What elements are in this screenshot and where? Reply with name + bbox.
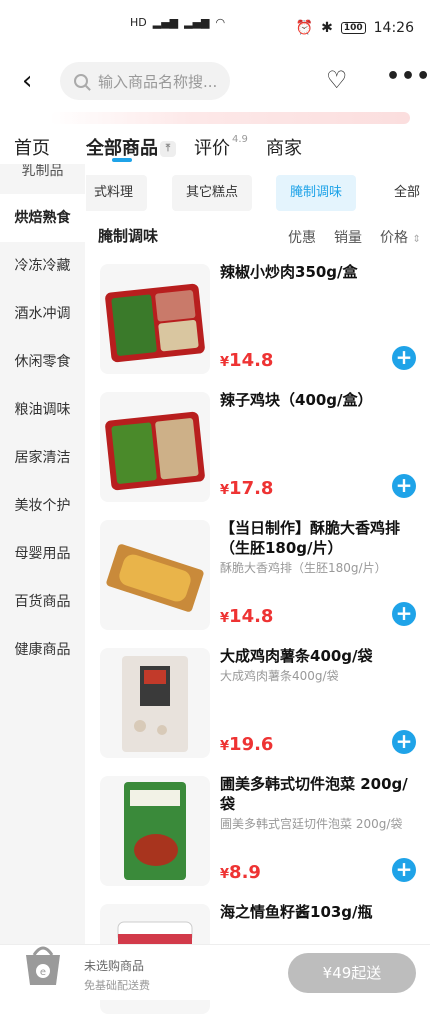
product-image <box>100 776 210 886</box>
svg-text:e: e <box>40 967 46 978</box>
delivery-note: 免基础配送费 <box>84 979 150 992</box>
sidebar-item-drinks[interactable]: 酒水冲调 <box>0 290 85 338</box>
list-header: 腌制调味 优惠 销量 价格 ⇕ <box>98 225 430 249</box>
sort-arrows-icon: ⇕ <box>412 234 421 245</box>
sidebar-item-baby[interactable]: 母婴用品 <box>0 530 85 578</box>
alarm-icon: ⏰ <box>295 20 314 36</box>
sidebar-item-cleaning[interactable]: 居家清洁 <box>0 434 85 482</box>
chip-japanese[interactable]: 式料理 <box>86 175 148 211</box>
status-bar: HD ▂▄▆ ▂▄▆ ◠ ⏰ ✱ 100 14:26 <box>0 0 430 56</box>
cart-status: 未选购商品 <box>84 959 145 973</box>
sort-sales[interactable]: 销量 <box>334 227 362 247</box>
product-image <box>100 392 210 502</box>
sidebar-item-grain-oil[interactable]: 粮油调味 <box>0 386 85 434</box>
product-item[interactable]: 辣子鸡块（400g/盒） ¥17.8 + <box>96 386 430 514</box>
search-placeholder: 输入商品名称搜... <box>98 72 218 91</box>
search-input[interactable]: 输入商品名称搜... <box>60 62 230 100</box>
hd-icon: HD <box>130 16 147 29</box>
bluetooth-icon: ✱ <box>321 20 333 36</box>
sidebar-item-bakery[interactable]: 烘焙熟食 <box>0 194 85 242</box>
sort-discount[interactable]: 优惠 <box>288 227 316 247</box>
product-name: 大成鸡肉薯条400g/袋 <box>220 647 373 665</box>
favorite-icon[interactable]: ♡ <box>326 66 348 94</box>
product-name: 圃美多韩式切件泡菜 200g/袋 <box>220 775 408 813</box>
category-sidebar: 乳制品 烘焙熟食 冷冻冷藏 酒水冲调 休闲零食 粮油调味 居家清洁 美妆个护 母… <box>0 164 85 944</box>
product-price: ¥14.8 <box>220 606 274 627</box>
add-to-cart-button[interactable]: + <box>392 858 416 882</box>
active-tab-indicator <box>112 158 132 162</box>
product-name: 辣椒小炒肉350g/盒 <box>220 263 358 281</box>
add-to-cart-button[interactable]: + <box>392 602 416 626</box>
more-icon[interactable]: ••• <box>386 64 430 89</box>
product-image <box>100 520 210 630</box>
cart-bar: e 未选购商品 免基础配送费 ¥49起送 <box>0 944 430 1000</box>
product-desc: 酥脆大香鸡排（生胚180g/片） <box>220 561 387 575</box>
main-tabs: 首页 全部商品 ⤒ 评价 4.9 商家 <box>0 134 430 168</box>
add-to-cart-button[interactable]: + <box>392 474 416 498</box>
sidebar-item-general[interactable]: 百货商品 <box>0 578 85 626</box>
list-title: 腌制调味 <box>98 227 159 245</box>
product-price: ¥19.6 <box>220 734 274 755</box>
sidebar-item-frozen[interactable]: 冷冻冷藏 <box>0 242 85 290</box>
product-item[interactable]: 圃美多韩式切件泡菜 200g/袋 圃美多韩式宫廷切件泡菜 200g/袋 ¥8.9… <box>96 770 430 898</box>
banner-strip <box>50 112 410 124</box>
sidebar-item-health[interactable]: 健康商品 <box>0 626 85 674</box>
product-desc: 大成鸡肉薯条400g/袋 <box>220 669 339 683</box>
add-to-cart-button[interactable]: + <box>392 730 416 754</box>
sort-price[interactable]: 价格 ⇕ <box>380 227 421 247</box>
tab-home[interactable]: 首页 <box>14 134 50 160</box>
tab-merchant[interactable]: 商家 <box>266 134 302 160</box>
signal-indicators: HD ▂▄▆ ▂▄▆ ◠ <box>130 16 225 29</box>
subcategory-tabs: 式料理 其它糕点 腌制调味 全部 <box>86 175 430 213</box>
product-item[interactable]: 辣椒小炒肉350g/盒 ¥14.8 + <box>96 258 430 386</box>
search-icon <box>74 74 88 88</box>
tab-reviews[interactable]: 评价 4.9 <box>194 134 248 160</box>
battery-icon: 100 <box>340 22 366 34</box>
clock: 14:26 <box>373 20 414 36</box>
back-icon[interactable]: ‹ <box>22 66 32 96</box>
add-to-cart-button[interactable]: + <box>392 346 416 370</box>
product-item[interactable]: 大成鸡肉薯条400g/袋 大成鸡肉薯条400g/袋 ¥19.6 + <box>96 642 430 770</box>
product-image <box>100 648 210 758</box>
sidebar-item-beauty[interactable]: 美妆个护 <box>0 482 85 530</box>
tab-all-products[interactable]: 全部商品 ⤒ <box>86 134 176 160</box>
product-price: ¥8.9 <box>220 862 261 883</box>
wifi-icon: ◠ <box>215 16 226 29</box>
product-name: 【当日制作】酥脆大香鸡排（生胚180g/片） <box>220 519 401 557</box>
chip-other-pastry[interactable]: 其它糕点 <box>172 175 253 211</box>
product-list: 辣椒小炒肉350g/盒 ¥14.8 + 辣子鸡块（400g/盒） ¥17.8 +… <box>96 258 430 1026</box>
product-name: 海之情鱼籽酱103g/瓶 <box>220 903 373 921</box>
chip-pickled-seasoning[interactable]: 腌制调味 <box>276 175 357 211</box>
product-price: ¥17.8 <box>220 478 274 499</box>
product-price: ¥14.8 <box>220 350 274 371</box>
sidebar-item-snacks[interactable]: 休闲零食 <box>0 338 85 386</box>
product-name: 辣子鸡块（400g/盒） <box>220 391 373 409</box>
product-item[interactable]: 【当日制作】酥脆大香鸡排（生胚180g/片） 酥脆大香鸡排（生胚180g/片） … <box>96 514 430 642</box>
product-desc: 圃美多韩式宫廷切件泡菜 200g/袋 <box>220 817 403 831</box>
sort-up-icon: ⤒ <box>160 141 176 157</box>
chip-all[interactable]: 全部 <box>380 175 430 211</box>
min-order-button[interactable]: ¥49起送 <box>288 953 416 993</box>
sidebar-item-dairy[interactable]: 乳制品 <box>0 164 85 194</box>
top-bar: ‹ 输入商品名称搜... ♡ ••• <box>0 56 430 106</box>
cart-icon[interactable]: e <box>16 941 70 991</box>
signal-icon: ▂▄▆ <box>152 16 179 29</box>
status-right: ⏰ ✱ 100 14:26 <box>296 20 414 36</box>
product-image <box>100 264 210 374</box>
signal-icon-2: ▂▄▆ <box>184 16 210 29</box>
